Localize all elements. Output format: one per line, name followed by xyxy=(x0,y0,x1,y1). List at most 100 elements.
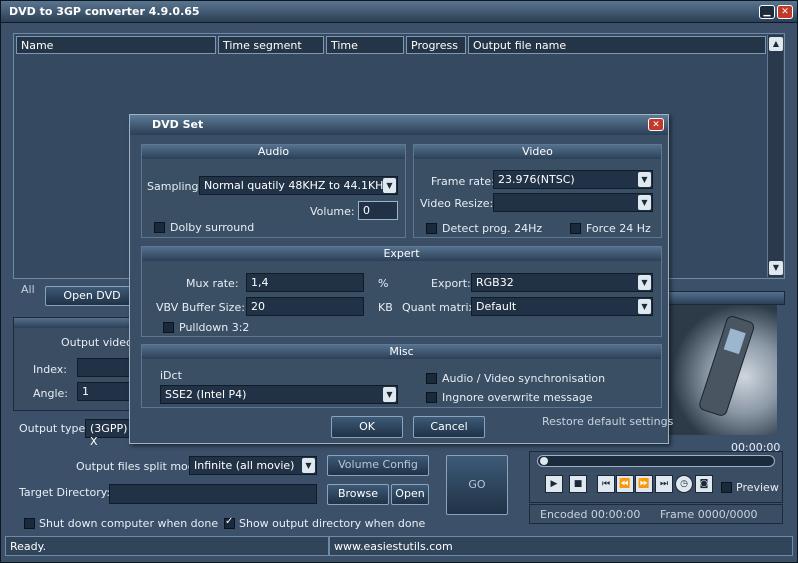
encoded-time: Encoded 00:00:00 xyxy=(540,508,641,521)
dolby-checkbox[interactable] xyxy=(154,222,165,233)
volume-config-button[interactable]: Volume Config xyxy=(327,455,429,476)
angle-label: Angle: xyxy=(33,387,69,400)
cancel-button[interactable]: Cancel xyxy=(413,416,485,438)
quant-matrix-value: Default xyxy=(476,300,517,313)
frame-rate-value: 23.976(NTSC) xyxy=(498,173,575,186)
detect-24hz-checkbox[interactable] xyxy=(426,223,437,234)
window-title: DVD to 3GP converter 4.9.0.65 xyxy=(9,5,200,18)
video-group: Video Frame rate: 23.976(NTSC) ▼ Video R… xyxy=(413,144,662,238)
chevron-down-icon[interactable]: ▼ xyxy=(638,195,651,210)
preview-label: Preview xyxy=(736,481,779,494)
expert-group: Expert Mux rate: 1,4 % Export: RGB32 ▼ V… xyxy=(141,246,662,337)
split-mode-select[interactable]: Infinite (all movie) ▼ xyxy=(189,456,317,475)
title-bar[interactable]: DVD to 3GP converter 4.9.0.65 ▁ ✕ xyxy=(1,1,797,23)
export-value: RGB32 xyxy=(476,276,514,289)
chevron-down-icon[interactable]: ▼ xyxy=(383,178,396,193)
idct-value: SSE2 (Intel P4) xyxy=(165,388,247,401)
idct-label: iDct xyxy=(160,369,182,382)
mux-rate-input[interactable]: 1,4 xyxy=(246,273,364,292)
stop-icon[interactable]: ■ xyxy=(569,475,587,493)
quant-matrix-select[interactable]: Default ▼ xyxy=(471,297,653,316)
skip-start-icon[interactable]: ⏮ xyxy=(597,475,615,493)
column-header-output-file-name[interactable]: Output file name xyxy=(468,36,766,54)
scroll-down-icon[interactable]: ▼ xyxy=(769,261,783,275)
show-directory-checkbox[interactable] xyxy=(224,516,235,529)
ok-button[interactable]: OK xyxy=(331,416,403,438)
vbv-buffer-label: VBV Buffer Size: xyxy=(156,301,245,314)
column-header-name[interactable]: Name xyxy=(16,36,216,54)
play-icon[interactable]: ▶ xyxy=(545,475,563,493)
mux-rate-unit: % xyxy=(378,277,389,290)
target-directory-input[interactable] xyxy=(109,484,317,504)
av-sync-label: Audio / Video synchronisation xyxy=(442,372,606,385)
shutdown-checkbox[interactable] xyxy=(24,518,35,529)
dialog-title: DVD Set xyxy=(152,118,204,131)
encode-info-panel: Encoded 00:00:00 Frame 0000/0000 xyxy=(529,504,783,524)
camera-icon[interactable]: ◙ xyxy=(695,475,713,493)
restore-defaults-link[interactable]: Restore default settings xyxy=(542,415,673,428)
export-label: Export: xyxy=(431,277,471,290)
status-text: Ready. xyxy=(5,536,329,556)
list-scrollbar[interactable]: ▲ ▼ xyxy=(767,35,783,277)
chevron-down-icon[interactable]: ▼ xyxy=(638,172,651,187)
sampling-label: Sampling: xyxy=(147,180,203,193)
frame-rate-select[interactable]: 23.976(NTSC) ▼ xyxy=(493,170,653,189)
go-button[interactable]: GO xyxy=(446,455,508,515)
dialog-close-icon[interactable]: ✕ xyxy=(648,118,664,131)
column-header-progress[interactable]: Progress xyxy=(406,36,466,54)
seek-slider[interactable] xyxy=(537,455,775,467)
idct-select[interactable]: SSE2 (Intel P4) ▼ xyxy=(160,385,398,404)
chevron-down-icon[interactable]: ▼ xyxy=(302,458,315,473)
minimize-icon[interactable]: ▁ xyxy=(759,5,775,19)
pulldown-label: Pulldown 3:2 xyxy=(179,321,250,334)
pulldown-checkbox[interactable] xyxy=(163,322,174,333)
target-directory-label: Target Directory: xyxy=(19,486,111,499)
video-resize-select[interactable]: ▼ xyxy=(493,193,653,212)
misc-header: Misc xyxy=(142,345,661,359)
audio-group: Audio Sampling: Normal quatily 48KHZ to … xyxy=(141,144,406,238)
av-sync-checkbox[interactable] xyxy=(426,373,437,384)
split-mode-value: Infinite (all movie) xyxy=(194,459,295,472)
frame-count: Frame 0000/0000 xyxy=(660,508,758,521)
chevron-down-icon[interactable]: ▼ xyxy=(638,299,651,314)
preview-checkbox[interactable] xyxy=(721,482,732,493)
dvd-set-dialog: DVD Set ✕ Audio Sampling: Normal quatily… xyxy=(129,114,673,444)
dolby-label: Dolby surround xyxy=(170,221,255,234)
index-label: Index: xyxy=(33,363,67,376)
column-header-time-segment[interactable]: Time segment xyxy=(218,36,324,54)
index-select[interactable] xyxy=(77,358,137,377)
output-type-label: Output type: xyxy=(19,422,89,435)
angle-select[interactable]: 1 xyxy=(77,382,137,401)
ignore-overwrite-checkbox[interactable] xyxy=(426,392,437,403)
video-resize-label: Video Resize: xyxy=(420,197,494,210)
chevron-down-icon[interactable]: ▼ xyxy=(383,387,396,402)
video-header: Video xyxy=(414,145,661,159)
dialog-title-bar[interactable]: DVD Set ✕ xyxy=(130,115,668,135)
close-icon[interactable]: ✕ xyxy=(777,5,793,19)
ignore-overwrite-label: Ingnore overwrite message xyxy=(442,391,593,404)
volume-input[interactable]: 0 xyxy=(358,201,398,220)
open-dvd-button[interactable]: Open DVD xyxy=(45,286,139,306)
fast-forward-icon[interactable]: ⏩ xyxy=(635,475,653,493)
open-button[interactable]: Open xyxy=(391,484,429,505)
clock-icon[interactable]: ◷ xyxy=(675,475,693,493)
skip-end-icon[interactable]: ⏭ xyxy=(655,475,673,493)
shutdown-label: Shut down computer when done xyxy=(39,517,219,530)
output-type-select[interactable]: (3GPP) X xyxy=(85,419,135,448)
force-24hz-checkbox[interactable] xyxy=(570,223,581,234)
phone-preview-icon xyxy=(699,316,755,416)
chevron-down-icon[interactable]: ▼ xyxy=(638,275,651,290)
seek-handle[interactable] xyxy=(540,457,548,465)
column-header-time[interactable]: Time xyxy=(326,36,404,54)
sampling-select[interactable]: Normal quatily 48KHZ to 44.1KHZ ▼ xyxy=(199,176,398,195)
frame-rate-label: Frame rate: xyxy=(431,175,495,188)
show-directory-label: Show output directory when done xyxy=(239,517,426,530)
status-bar: Ready. www.easiestutils.com xyxy=(5,536,793,556)
export-select[interactable]: RGB32 ▼ xyxy=(471,273,653,292)
rewind-icon[interactable]: ⏪ xyxy=(616,475,634,493)
mux-rate-label: Mux rate: xyxy=(186,277,239,290)
vbv-buffer-input[interactable]: 20 xyxy=(246,297,364,316)
scroll-up-icon[interactable]: ▲ xyxy=(769,37,783,51)
browse-button[interactable]: Browse xyxy=(327,484,389,505)
filter-all-label[interactable]: All xyxy=(21,283,35,296)
